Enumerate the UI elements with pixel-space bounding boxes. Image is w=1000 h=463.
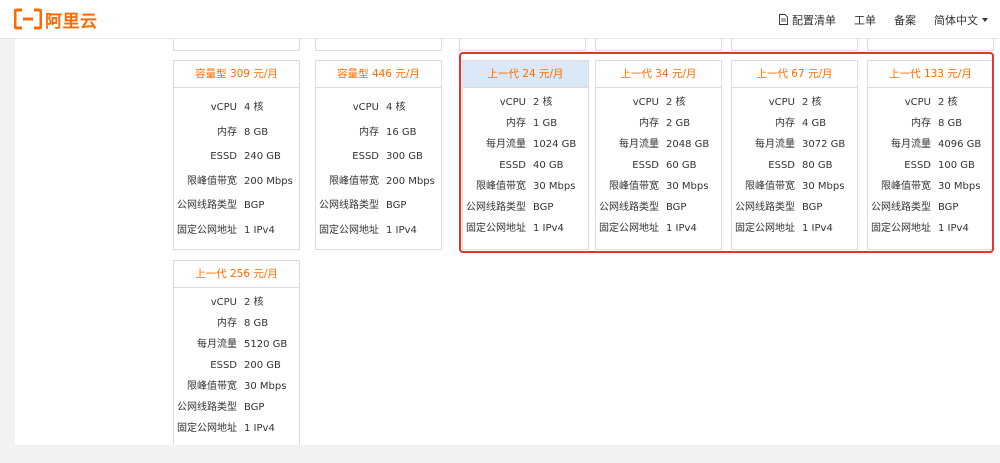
plan-specs: vCPU 4 核 内存 16 GB ESSD 300 GB 限峰值带宽 200 Mbps… bbox=[316, 88, 441, 249]
content-area: 容量型 309 元/月 vCPU 4 核 内存 8 GB ESSD 240 GB 限峰… bbox=[15, 39, 1000, 445]
nav-config-list[interactable]: 配置清单 bbox=[779, 12, 836, 28]
aliyun-logo-icon bbox=[14, 8, 42, 30]
spec-row: ESSD 40 GB bbox=[499, 160, 564, 171]
logo-text: 阿里云 bbox=[45, 11, 98, 32]
spec-row: 公网线路类型 BGP bbox=[466, 202, 554, 213]
plan-title: 上一代 256 元/月 bbox=[174, 261, 299, 288]
plan-specs: vCPU 2 核 内存 2 GB 每月流量 2048 GB ESSD 60 GB 限峰值… bbox=[596, 88, 721, 245]
spec-row: 公网线路类型 BGP bbox=[871, 202, 959, 213]
spec-row: ESSD 300 GB bbox=[352, 151, 423, 162]
spec-row: 公网线路类型 BGP bbox=[599, 202, 687, 213]
spec-row: vCPU 2 核 bbox=[904, 97, 958, 108]
aliyun-logo[interactable]: 阿里云 bbox=[14, 8, 98, 32]
plan-specs: vCPU 2 核 内存 8 GB 每月流量 4096 GB ESSD 100 GB 限峰… bbox=[868, 88, 993, 245]
plan-title: 上一代 67 元/月 bbox=[732, 61, 857, 88]
plan-card[interactable]: 容量型 309 元/月 vCPU 4 核 内存 8 GB ESSD 240 GB 限峰… bbox=[173, 60, 300, 250]
spec-row: 内存 8 GB bbox=[911, 118, 963, 129]
plan-specs: vCPU 2 核 内存 4 GB 每月流量 3072 GB ESSD 80 GB 限峰值… bbox=[732, 88, 857, 245]
spec-row: 固定公网地址 1 IPv4 bbox=[735, 223, 833, 234]
top-bar: 阿里云 配置清单 工单 备案 简体中文 bbox=[0, 0, 1000, 39]
spec-row: 固定公网地址 1 IPv4 bbox=[599, 223, 697, 234]
spec-row: 限峰值带宽 30 Mbps bbox=[745, 181, 845, 192]
spec-row: 每月流量 2048 GB bbox=[619, 139, 710, 150]
spec-row: 固定公网地址 1 IPv4 bbox=[177, 423, 275, 434]
nav-filing[interactable]: 备案 bbox=[894, 12, 916, 28]
spec-row: 内存 8 GB bbox=[217, 318, 269, 329]
spec-row: 固定公网地址 1 IPv4 bbox=[319, 224, 417, 236]
spec-row: vCPU 2 核 bbox=[499, 97, 553, 108]
spec-row: 限峰值带宽 30 Mbps bbox=[881, 181, 981, 192]
spec-row: ESSD 80 GB bbox=[768, 160, 833, 171]
spec-row: 每月流量 1024 GB bbox=[486, 139, 577, 150]
spec-row: 限峰值带宽 30 Mbps bbox=[609, 181, 709, 192]
card-stub bbox=[731, 39, 858, 51]
spec-row: 固定公网地址 1 IPv4 bbox=[466, 223, 564, 234]
spec-row: 内存 4 GB bbox=[775, 118, 827, 129]
spec-row: 每月流量 4096 GB bbox=[891, 139, 982, 150]
spec-row: 内存 1 GB bbox=[506, 118, 558, 129]
plan-card[interactable]: 上一代 133 元/月 vCPU 2 核 内存 8 GB 每月流量 4096 GB E… bbox=[867, 60, 994, 250]
card-stub bbox=[867, 39, 994, 51]
spec-row: vCPU 4 核 bbox=[210, 102, 264, 113]
top-nav: 配置清单 工单 备案 简体中文 bbox=[761, 0, 988, 39]
nav-filing-label: 备案 bbox=[894, 13, 916, 27]
plan-card[interactable]: 上一代 34 元/月 vCPU 2 核 内存 2 GB 每月流量 2048 GB ES… bbox=[595, 60, 722, 250]
language-label: 简体中文 bbox=[934, 13, 978, 27]
plan-title: 上一代 34 元/月 bbox=[596, 61, 721, 88]
spec-row: vCPU 2 核 bbox=[210, 297, 264, 308]
card-stub bbox=[459, 39, 586, 51]
spec-row: 固定公网地址 1 IPv4 bbox=[871, 223, 969, 234]
spec-row: ESSD 240 GB bbox=[210, 151, 281, 162]
spec-row: vCPU 4 核 bbox=[352, 102, 406, 113]
plan-title: 上一代 24 元/月 bbox=[463, 61, 588, 88]
caret-down-icon bbox=[982, 17, 988, 22]
nav-tickets[interactable]: 工单 bbox=[854, 12, 876, 28]
spec-row: 公网线路类型 BGP bbox=[735, 202, 823, 213]
spec-row: 每月流量 5120 GB bbox=[197, 339, 288, 350]
plan-card[interactable]: 上一代 256 元/月 vCPU 2 核 内存 8 GB 每月流量 5120 GB E… bbox=[173, 260, 300, 445]
spec-row: 公网线路类型 BGP bbox=[319, 200, 407, 211]
spec-row: ESSD 60 GB bbox=[632, 160, 697, 171]
plan-card[interactable]: 上一代 67 元/月 vCPU 2 核 内存 4 GB 每月流量 3072 GB ES… bbox=[731, 60, 858, 250]
spec-row: ESSD 200 GB bbox=[210, 360, 281, 371]
spec-row: 限峰值带宽 200 Mbps bbox=[187, 175, 293, 187]
plan-card-selected[interactable]: 上一代 24 元/月 vCPU 2 核 内存 1 GB 每月流量 1024 GB ES… bbox=[462, 60, 589, 250]
nav-config-list-label: 配置清单 bbox=[792, 13, 836, 27]
document-icon bbox=[779, 14, 788, 25]
plan-specs: vCPU 2 核 内存 1 GB 每月流量 1024 GB ESSD 40 GB 限峰值… bbox=[463, 88, 588, 245]
spec-row: 内存 8 GB bbox=[217, 126, 269, 138]
bottom-strip bbox=[0, 445, 1000, 463]
nav-tickets-label: 工单 bbox=[854, 13, 876, 27]
spec-row: ESSD 100 GB bbox=[904, 160, 975, 171]
plan-card[interactable]: 容量型 446 元/月 vCPU 4 核 内存 16 GB ESSD 300 GB 限… bbox=[315, 60, 442, 250]
spec-row: 固定公网地址 1 IPv4 bbox=[177, 224, 275, 236]
card-stub bbox=[173, 39, 300, 51]
spec-row: 每月流量 3072 GB bbox=[755, 139, 846, 150]
spec-row: 公网线路类型 BGP bbox=[177, 200, 265, 211]
spec-row: 限峰值带宽 30 Mbps bbox=[187, 381, 287, 392]
spec-row: vCPU 2 核 bbox=[768, 97, 822, 108]
plan-title: 容量型 446 元/月 bbox=[316, 61, 441, 88]
spec-row: 限峰值带宽 30 Mbps bbox=[476, 181, 576, 192]
plan-specs: vCPU 2 核 内存 8 GB 每月流量 5120 GB ESSD 200 GB 限峰… bbox=[174, 288, 299, 445]
spec-row: 内存 16 GB bbox=[359, 126, 417, 138]
card-stub bbox=[315, 39, 442, 51]
spec-row: 内存 2 GB bbox=[639, 118, 691, 129]
plan-specs: vCPU 4 核 内存 8 GB ESSD 240 GB 限峰值带宽 200 Mbps … bbox=[174, 88, 299, 249]
plan-title: 上一代 133 元/月 bbox=[868, 61, 993, 88]
spec-row: 限峰值带宽 200 Mbps bbox=[329, 175, 435, 187]
spec-row: vCPU 2 核 bbox=[632, 97, 686, 108]
card-stub bbox=[595, 39, 722, 51]
plan-title: 容量型 309 元/月 bbox=[174, 61, 299, 88]
language-selector[interactable]: 简体中文 bbox=[934, 12, 988, 28]
spec-row: 公网线路类型 BGP bbox=[177, 402, 265, 413]
